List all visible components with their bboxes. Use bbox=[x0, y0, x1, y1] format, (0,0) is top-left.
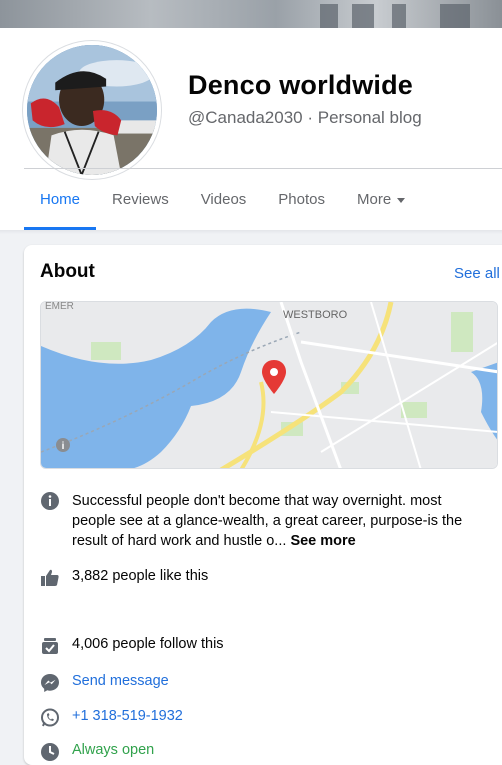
about-description-row: Successful people don't become that way … bbox=[40, 491, 477, 551]
tab-videos[interactable]: Videos bbox=[185, 176, 263, 228]
tab-home[interactable]: Home bbox=[24, 176, 97, 230]
tab-bar: Home Reviews Videos Photos More bbox=[24, 176, 421, 230]
map-label: EMER bbox=[45, 302, 74, 312]
avatar[interactable] bbox=[23, 41, 161, 179]
svg-text:i: i bbox=[62, 441, 65, 452]
see-more-link[interactable]: See more bbox=[290, 533, 355, 549]
whatsapp-icon bbox=[40, 708, 60, 728]
tab-more[interactable]: More bbox=[341, 176, 421, 228]
follows-count: 4,006 people follow this bbox=[72, 636, 224, 652]
phone-link[interactable]: +1 318-519-1932 bbox=[72, 708, 183, 724]
page-header: Denco worldwide @Canada2030 · Personal b… bbox=[0, 28, 502, 230]
follows-row: 4,006 people follow this bbox=[40, 636, 224, 656]
tab-photos[interactable]: Photos bbox=[262, 176, 341, 228]
divider bbox=[24, 168, 502, 169]
phone-row[interactable]: +1 318-519-1932 bbox=[40, 708, 183, 728]
clock-icon bbox=[40, 742, 60, 762]
caret-down-icon bbox=[397, 197, 406, 203]
location-map[interactable]: EMER WESTBORO i bbox=[40, 301, 498, 469]
thumbs-up-icon bbox=[40, 568, 60, 588]
hours-status: Always open bbox=[72, 742, 155, 758]
about-description: Successful people don't become that way … bbox=[72, 493, 463, 549]
send-message-link[interactable]: Send message bbox=[72, 673, 169, 689]
see-all-link[interactable]: See all bbox=[454, 265, 500, 282]
info-circle-icon bbox=[40, 491, 60, 511]
messenger-icon bbox=[40, 673, 60, 693]
page-handle: @Canada2030 · Personal blog bbox=[188, 108, 422, 127]
message-row[interactable]: Send message bbox=[40, 673, 169, 693]
about-card: About See all EMER WESTBORO i Successful… bbox=[24, 245, 502, 765]
likes-count: 3,882 people like this bbox=[72, 568, 209, 584]
cover-photo[interactable] bbox=[0, 0, 502, 28]
likes-row: 3,882 people like this bbox=[40, 568, 208, 588]
about-title: About bbox=[40, 261, 95, 282]
follow-icon bbox=[40, 636, 60, 656]
tab-reviews[interactable]: Reviews bbox=[96, 176, 185, 228]
info-icon: i bbox=[56, 438, 70, 452]
hours-row: Always open bbox=[40, 742, 154, 762]
page-name: Denco worldwide bbox=[188, 70, 414, 100]
map-label: WESTBORO bbox=[283, 309, 348, 321]
